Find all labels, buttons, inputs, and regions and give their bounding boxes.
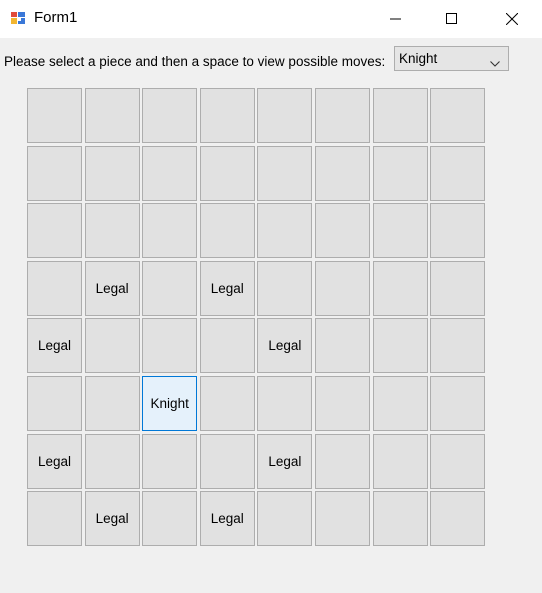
minimize-icon [390,13,402,25]
board-cell[interactable] [142,491,198,547]
board-cell[interactable] [27,491,82,547]
board-cell[interactable] [142,318,198,374]
board-cell[interactable] [372,260,428,316]
board-cell[interactable] [27,88,82,143]
close-button[interactable] [489,0,535,38]
board-cell[interactable] [314,145,370,201]
board-cell[interactable] [84,318,140,374]
board-cell[interactable] [27,145,82,201]
board-cell[interactable] [84,145,140,201]
chevron-down-icon [490,55,500,70]
board-cell[interactable] [430,433,486,489]
board-cell[interactable] [199,433,255,489]
board-cell[interactable] [142,433,198,489]
board-cell[interactable] [314,491,370,547]
board-cell[interactable] [372,145,428,201]
board-cell[interactable]: Legal [84,491,140,547]
board-cell[interactable] [430,375,486,431]
board-cell[interactable] [372,318,428,374]
board-cell[interactable]: Legal [199,491,255,547]
board-cell[interactable] [27,375,82,431]
board-cell[interactable] [257,491,313,547]
board-cell[interactable] [372,491,428,547]
board-cell[interactable] [142,88,198,143]
board-cell[interactable]: Knight [142,375,198,431]
board-cell[interactable] [314,375,370,431]
board-cell[interactable] [314,203,370,259]
board-cell[interactable] [199,88,255,143]
board-cell[interactable] [314,88,370,143]
board-cell[interactable] [430,318,486,374]
app-icon[interactable] [10,10,26,26]
board-cell[interactable] [372,433,428,489]
board-cell[interactable] [257,88,313,143]
board-cell[interactable] [84,88,140,143]
board-cell[interactable] [84,203,140,259]
board-cell[interactable] [430,88,486,143]
board-cell[interactable] [257,145,313,201]
board-cell[interactable] [430,491,486,547]
board-cell[interactable] [84,433,140,489]
board-cell[interactable] [314,318,370,374]
board-cell[interactable]: Legal [27,433,82,489]
maximize-button[interactable] [429,0,475,38]
board-cell[interactable] [84,375,140,431]
board-cell[interactable] [27,203,82,259]
board-cell[interactable] [257,375,313,431]
board-cell[interactable] [372,375,428,431]
board-cell[interactable]: Legal [257,318,313,374]
board-cell[interactable]: Legal [84,260,140,316]
instruction-label: Please select a piece and then a space t… [4,54,386,69]
piece-select-value: Knight [399,51,438,66]
board-cell[interactable] [142,260,198,316]
board-cell[interactable]: Legal [257,433,313,489]
maximize-icon [446,13,458,25]
board-cell[interactable] [430,260,486,316]
title-bar: Form1 [0,0,542,38]
board-cell[interactable] [257,260,313,316]
board-cell[interactable] [142,203,198,259]
board-cell[interactable] [314,433,370,489]
board-cell[interactable] [199,203,255,259]
board-cell[interactable] [199,375,255,431]
minimize-button[interactable] [373,0,419,38]
board-cell[interactable]: Legal [199,260,255,316]
board-cell[interactable] [199,318,255,374]
chess-board: Legal Legal Legal Legal Knight Legal Legal Lega… [27,88,486,547]
board-cell[interactable] [372,88,428,143]
board-cell[interactable] [257,203,313,259]
piece-select[interactable]: Knight [394,46,509,71]
board-cell[interactable]: Legal [27,318,82,374]
window-title: Form1 [34,9,78,26]
board-cell[interactable] [314,260,370,316]
board-cell[interactable] [430,145,486,201]
board-cell[interactable] [372,203,428,259]
board-cell[interactable] [199,145,255,201]
board-cell[interactable] [430,203,486,259]
board-cell[interactable] [142,145,198,201]
close-icon [506,13,518,25]
board-cell[interactable] [27,260,82,316]
